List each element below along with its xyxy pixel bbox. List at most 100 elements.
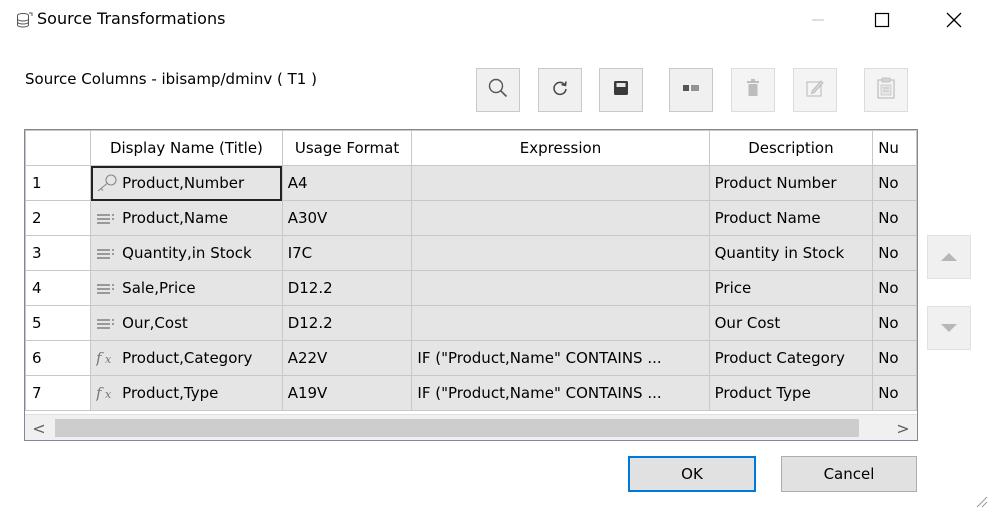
nu-cell[interactable]: No (872, 235, 917, 271)
triangle-up-icon (940, 248, 958, 266)
description-cell[interactable]: Price (708, 270, 874, 306)
search-icon (487, 77, 509, 103)
row-number: 4 (25, 270, 92, 306)
window-title: Source Transformations (37, 9, 226, 28)
nu-cell[interactable]: No (872, 165, 917, 201)
function-icon: fx (96, 384, 118, 402)
delete-icon (746, 79, 760, 101)
display-name-cell[interactable]: Our,Cost (90, 305, 283, 341)
display-name-text: Product,Type (122, 383, 219, 402)
header-row: Display Name (Title) Usage Format Expres… (25, 130, 917, 166)
display-name-text: Quantity,in Stock (122, 244, 252, 262)
display-name-cell[interactable]: f x Product,Category (90, 340, 283, 376)
col-header-usage-format[interactable]: Usage Format (281, 130, 413, 166)
function-icon: fx (96, 349, 118, 367)
move-down-button[interactable] (927, 306, 971, 350)
usage-format-cell[interactable]: A19V (281, 375, 413, 411)
scroll-thumb[interactable] (55, 419, 859, 437)
display-name-cell[interactable]: f x Product,Type (90, 375, 283, 411)
list-icon (96, 248, 118, 260)
list-icon (96, 213, 118, 225)
display-name-text: Product,Name (122, 209, 229, 227)
svg-text:x: x (105, 388, 112, 401)
columns-table: Display Name (Title) Usage Format Expres… (25, 130, 917, 411)
col-header-description[interactable]: Description (708, 130, 874, 166)
display-name-cell[interactable]: Sale,Price (90, 270, 283, 306)
expression-cell[interactable] (411, 270, 710, 306)
close-button[interactable] (930, 0, 978, 40)
refresh-button[interactable] (538, 68, 582, 112)
nu-cell[interactable]: No (872, 340, 917, 376)
scroll-left-button[interactable]: < (25, 415, 53, 440)
description-cell[interactable]: Product Name (708, 200, 874, 236)
database-table-icon (16, 12, 34, 30)
refresh-icon (551, 79, 569, 101)
row-number: 5 (25, 305, 92, 341)
col-header-nu[interactable]: Nu (872, 130, 917, 166)
row-number: 1 (25, 165, 92, 201)
ok-button[interactable]: OK (628, 456, 756, 492)
horizontal-scrollbar[interactable]: < > (25, 414, 917, 440)
row-number: 2 (25, 200, 92, 236)
paste-button[interactable] (864, 68, 908, 112)
properties-button[interactable] (669, 68, 713, 112)
list-icon (96, 283, 118, 295)
row-number: 7 (25, 375, 92, 411)
scroll-right-button[interactable]: > (889, 415, 917, 440)
description-cell[interactable]: Quantity in Stock (708, 235, 874, 271)
expression-cell[interactable] (411, 165, 710, 201)
nu-cell[interactable]: No (872, 200, 917, 236)
col-header-expression[interactable]: Expression (411, 130, 710, 166)
table-row[interactable]: 2 Product,Name A30V Product Name No (25, 200, 917, 236)
usage-format-cell[interactable]: I7C (281, 235, 413, 271)
usage-format-cell[interactable]: A4 (281, 165, 413, 201)
display-name-cell[interactable]: Product,Name (90, 200, 283, 236)
table-row[interactable]: 1 Product,Number A4 Product Number No (25, 165, 917, 201)
expression-cell[interactable] (411, 200, 710, 236)
display-name-text: Sale,Price (122, 279, 196, 297)
search-button[interactable] (476, 68, 520, 112)
minimize-button[interactable] (794, 0, 842, 40)
nu-cell[interactable]: No (872, 270, 917, 306)
save-button[interactable] (599, 68, 643, 112)
cancel-button[interactable]: Cancel (781, 456, 917, 492)
display-name-cell[interactable]: Quantity,in Stock (90, 235, 283, 271)
table-row[interactable]: 5 Our,Cost D12.2 Our Cost No (25, 305, 917, 341)
row-number: 3 (25, 235, 92, 271)
display-name-text: Product,Number (122, 173, 245, 192)
usage-format-cell[interactable]: D12.2 (281, 270, 413, 306)
svg-text:x: x (105, 353, 112, 366)
expression-cell[interactable] (411, 235, 710, 271)
expression-cell[interactable]: IF ("Product,Name" CONTAINS ... (411, 340, 710, 376)
display-name-text: Product,Category (122, 348, 253, 367)
svg-text:f: f (96, 384, 104, 402)
expression-cell[interactable]: IF ("Product,Name" CONTAINS ... (411, 375, 710, 411)
col-header-display-name[interactable]: Display Name (Title) (90, 130, 283, 166)
table-row[interactable]: 6 f x Product,Category A22V IF ("Product,N… (25, 340, 917, 376)
col-header-rownum[interactable] (25, 130, 92, 166)
description-cell[interactable]: Product Number (708, 165, 874, 201)
edit-button[interactable] (793, 68, 837, 112)
table-row[interactable]: 3 Quantity,in Stock I7C Quantity in Stoc… (25, 235, 917, 271)
source-columns-grid[interactable]: Display Name (Title) Usage Format Expres… (24, 129, 918, 441)
description-cell[interactable]: Our Cost (708, 305, 874, 341)
display-name-cell[interactable]: Product,Number (90, 165, 283, 201)
table-row[interactable]: 4 Sale,Price D12.2 Price No (25, 270, 917, 306)
triangle-down-icon (940, 319, 958, 337)
usage-format-cell[interactable]: A30V (281, 200, 413, 236)
usage-format-cell[interactable]: D12.2 (281, 305, 413, 341)
table-row[interactable]: 7 f x Product,Type A19V IF ("Product,Name"… (25, 375, 917, 411)
edit-icon (805, 78, 825, 102)
description-cell[interactable]: Product Type (708, 375, 874, 411)
maximize-button[interactable] (858, 0, 906, 40)
source-columns-label: Source Columns - ibisamp/dminv ( T1 ) (25, 70, 317, 88)
usage-format-cell[interactable]: A22V (281, 340, 413, 376)
description-cell[interactable]: Product Category (708, 340, 874, 376)
expression-cell[interactable] (411, 305, 710, 341)
move-up-button[interactable] (927, 235, 971, 279)
nu-cell[interactable]: No (872, 305, 917, 341)
delete-button[interactable] (731, 68, 775, 112)
nu-cell[interactable]: No (872, 375, 917, 411)
save-icon (613, 80, 629, 100)
resize-grip-icon[interactable] (974, 494, 988, 508)
